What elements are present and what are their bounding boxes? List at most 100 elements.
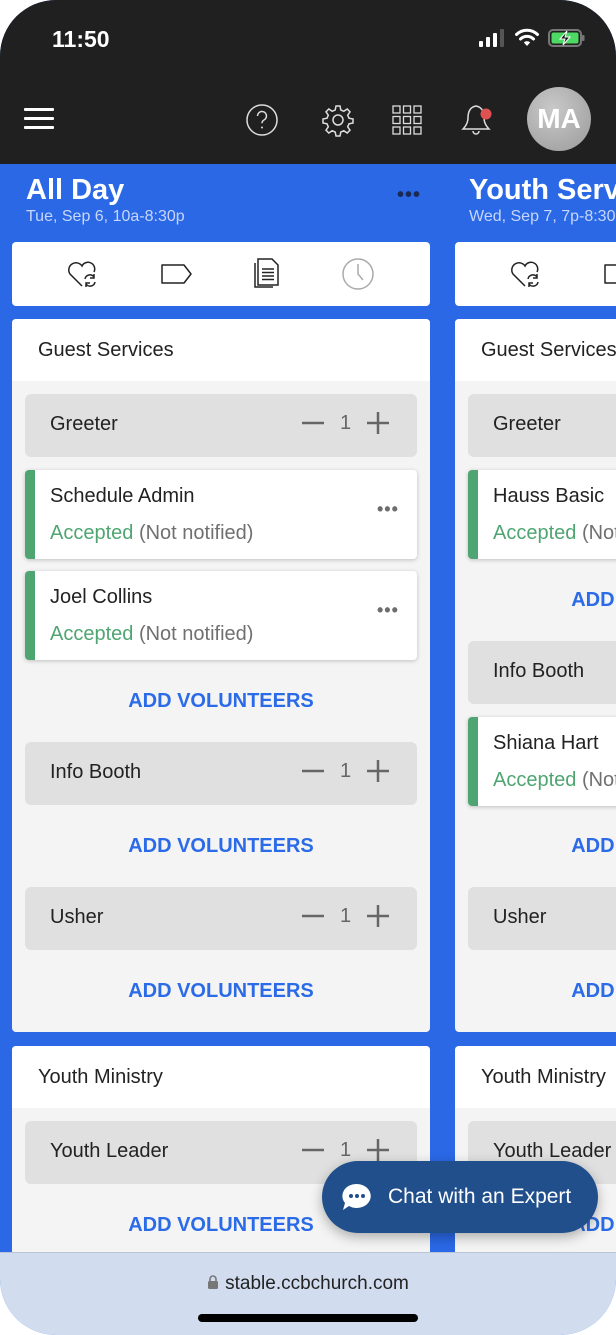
event-datetime: Tue, Sep 6, 10a-8:30p (26, 208, 185, 225)
documents-icon[interactable] (249, 256, 285, 292)
volunteer-more-button[interactable]: ••• (377, 600, 399, 621)
volunteer-status: Accepted (Not notified) (50, 522, 253, 545)
role-row: Usher (468, 887, 616, 950)
role-row: Greeter 1 (25, 394, 417, 457)
role-name: Greeter (493, 413, 561, 435)
url-display[interactable]: stable.ccbchurch.com (0, 1273, 616, 1295)
volunteer-name: Hauss Basic (493, 485, 605, 507)
quantity-stepper: 1 (300, 410, 391, 436)
role-count: 1 (340, 1138, 352, 1161)
status-accepted: Accepted (493, 522, 577, 544)
add-volunteers-button[interactable]: ADD VOLUNTEERS (12, 690, 430, 713)
quantity-stepper: 1 (300, 758, 391, 784)
role-count: 1 (340, 904, 352, 927)
volunteer-card[interactable]: Joel Collins Accepted (Not notified) ••• (25, 571, 417, 660)
cellular-signal-icon (479, 29, 504, 47)
event-title: Youth Service (469, 174, 616, 206)
volunteer-status: Accepted (Not notified) (493, 522, 616, 545)
status-bar-accepted (468, 470, 478, 559)
role-name: Youth Leader (50, 1140, 169, 1162)
status-bar-accepted (468, 717, 478, 806)
role-name: Usher (493, 906, 547, 928)
volunteer-status: Accepted (Not notified) (50, 623, 253, 646)
role-row: Info Booth (468, 641, 616, 704)
group-title: Youth Ministry (12, 1046, 430, 1108)
volunteer-name: Shiana Hart (493, 732, 599, 754)
notification-note: (Not notified) (581, 522, 616, 544)
wifi-icon (515, 28, 539, 46)
increment-button[interactable] (365, 758, 391, 784)
ministry-group: Guest Services Greeter 1 Schedule Admin … (12, 319, 430, 1032)
heart-refresh-icon[interactable] (65, 256, 101, 292)
add-volunteers-button[interactable]: ADD VOLUNTEERS (12, 835, 430, 858)
notification-note: (Not notified) (581, 769, 616, 791)
phone-screen: 11:50 MA All Day Tue, Sep 6, 10a-8:30p •… (0, 0, 616, 1335)
status-bar-accepted (25, 571, 35, 660)
group-title: Youth Ministry (455, 1046, 616, 1108)
role-name: Info Booth (50, 761, 142, 783)
role-name: Youth Leader (493, 1140, 612, 1162)
role-name: Greeter (50, 413, 118, 435)
role-row: Info Booth 1 (25, 742, 417, 805)
event-title: All Day (26, 174, 125, 206)
lock-icon (208, 1275, 219, 1289)
event-more-button[interactable]: ••• (397, 184, 421, 207)
volunteer-name: Joel Collins (50, 586, 153, 608)
chat-bubble-icon (342, 1183, 371, 1210)
tag-icon[interactable] (158, 256, 194, 292)
event-toolbar (455, 242, 616, 306)
status-bar: 11:50 (0, 0, 616, 80)
schedule-board: All Day Tue, Sep 6, 10a-8:30p ••• Guest … (0, 164, 616, 1254)
gear-icon[interactable] (318, 100, 358, 140)
role-name: Usher (50, 906, 104, 928)
notification-note: (Not notified) (138, 522, 254, 544)
hamburger-menu-icon[interactable] (24, 108, 54, 130)
url-text: stable.ccbchurch.com (225, 1273, 409, 1294)
decrement-button[interactable] (300, 758, 326, 784)
role-name: Info Booth (493, 660, 585, 682)
increment-button[interactable] (365, 903, 391, 929)
status-time: 11:50 (52, 26, 110, 52)
battery-charging-icon (548, 29, 585, 47)
chat-with-expert-button[interactable]: Chat with an Expert (322, 1161, 598, 1233)
group-title: Guest Services (12, 319, 430, 381)
volunteer-card[interactable]: Shiana Hart Accepted (Not notified) (468, 717, 616, 806)
increment-button[interactable] (365, 410, 391, 436)
add-volunteers-button[interactable]: ADD VOLUNTEERS (455, 980, 616, 1003)
event-datetime: Wed, Sep 7, 7p-8:30p (469, 208, 616, 225)
add-volunteers-button[interactable]: ADD VOLUNTEERS (455, 835, 616, 858)
help-icon[interactable] (242, 100, 282, 140)
tag-icon[interactable] (601, 256, 616, 292)
volunteer-card[interactable]: Hauss Basic Accepted (Not notified) (468, 470, 616, 559)
status-accepted: Accepted (493, 769, 577, 791)
app-bar: MA (0, 80, 616, 164)
status-accepted: Accepted (50, 522, 134, 544)
event-toolbar (12, 242, 430, 306)
chat-label: Chat with an Expert (388, 1185, 572, 1208)
user-avatar[interactable]: MA (527, 87, 591, 151)
add-volunteers-button[interactable]: ADD VOLUNTEERS (455, 589, 616, 612)
quantity-stepper: 1 (300, 903, 391, 929)
apps-grid-icon[interactable] (387, 100, 427, 140)
decrement-button[interactable] (300, 903, 326, 929)
role-count: 1 (340, 411, 352, 434)
increment-button[interactable] (365, 1137, 391, 1163)
volunteer-more-button[interactable]: ••• (377, 499, 399, 520)
home-indicator[interactable] (198, 1314, 418, 1322)
bell-icon[interactable] (458, 100, 498, 140)
role-row: Greeter (468, 394, 616, 457)
add-volunteers-button[interactable]: ADD VOLUNTEERS (12, 980, 430, 1003)
volunteer-card[interactable]: Schedule Admin Accepted (Not notified) •… (25, 470, 417, 559)
notification-dot (480, 108, 492, 120)
clock-icon[interactable] (340, 256, 376, 292)
status-bar-accepted (25, 470, 35, 559)
role-row: Usher 1 (25, 887, 417, 950)
decrement-button[interactable] (300, 410, 326, 436)
quantity-stepper: 1 (300, 1137, 391, 1163)
volunteer-name: Schedule Admin (50, 485, 195, 507)
role-count: 1 (340, 759, 352, 782)
heart-refresh-icon[interactable] (508, 256, 544, 292)
ministry-group: Guest Services Greeter Hauss Basic Accep… (455, 319, 616, 1032)
notification-note: (Not notified) (138, 623, 254, 645)
decrement-button[interactable] (300, 1137, 326, 1163)
